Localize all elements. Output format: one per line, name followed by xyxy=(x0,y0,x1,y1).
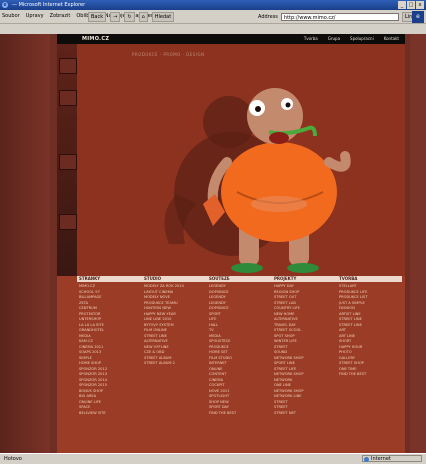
link-item[interactable]: STREET ALBUM 2 xyxy=(142,361,207,367)
window-title-bar: e — Microsoft Internet Explorer _ □ x xyxy=(0,0,426,10)
address-label: Address xyxy=(258,14,278,20)
browser-throbber-icon: e xyxy=(412,11,424,23)
maximize-button[interactable]: □ xyxy=(407,1,415,9)
page-background-right xyxy=(410,34,426,453)
link-list: MIMO.CZ SCHOOL 97 BILLAMPAGE ZETA CENTRUM PRO… xyxy=(77,284,142,416)
close-button[interactable]: x xyxy=(416,1,424,9)
hero-illustration: PRODUKCE · PROMO · DESIGN xyxy=(57,44,405,276)
column-souteze: SOUTEZE LEGENDY DOPISNICE LEGENDY LEGENDY DO… xyxy=(207,276,272,416)
menu-view[interactable]: Zobrazit xyxy=(50,10,71,22)
column-tvorba: TVORBA STELLART PRODUKCE LIFE PRODUKCE LIS… xyxy=(337,276,402,378)
column-header: SOUTEZE xyxy=(207,276,272,282)
zone-label: Internet xyxy=(371,456,391,462)
link-item[interactable]: FIND THE BEST xyxy=(337,372,402,378)
back-button[interactable]: Back xyxy=(88,12,107,22)
column-stranky: STRANKY MIMO.CZ SCHOOL 97 BILLAMPAGE ZETA CE… xyxy=(77,276,142,416)
link-list: STELLART PRODUKCE LIFE PRODUKCE LIST JUST A… xyxy=(337,284,402,378)
address-bar: Address http://www.mimo.cz/ Links xyxy=(258,11,421,23)
topnav-item-tvorba[interactable]: Tvorba xyxy=(304,36,318,41)
page-viewport[interactable]: MIMO.CZ Tvorba Grupa Spolupracni Kontakt… xyxy=(0,34,426,453)
menu-file[interactable]: Soubor xyxy=(2,10,20,22)
site-content: MIMO.CZ Tvorba Grupa Spolupracni Kontakt… xyxy=(57,34,405,453)
link-item[interactable]: BELLVIEW SITE xyxy=(77,411,142,417)
link-item[interactable]: STREET NET xyxy=(272,411,337,417)
link-directory: STRANKY MIMO.CZ SCHOOL 97 BILLAMPAGE ZETA CE… xyxy=(77,276,402,453)
cartoon-character-illustration xyxy=(164,88,351,273)
menu-edit[interactable]: Upravy xyxy=(26,10,44,22)
site-logo[interactable]: MIMO.CZ xyxy=(82,36,109,42)
page-background-left xyxy=(0,34,50,453)
toolbar-divider xyxy=(0,23,426,24)
nav-buttons: Back → ↻ ⌂ Hledat xyxy=(88,11,175,23)
status-bar: Hotovo Internet xyxy=(0,453,426,464)
column-header: PROJEKTY xyxy=(272,276,337,282)
link-list: LEGENDY DOPISNICE LEGENDY LEGENDY DOPISNICE S… xyxy=(207,284,272,416)
topnav-item-kontakt[interactable]: Kontakt xyxy=(384,36,399,41)
link-list: HAPPY DAY REGION SHOP STREET OUT STREET LAB… xyxy=(272,284,337,416)
refresh-button[interactable]: ↻ xyxy=(124,12,135,22)
topnav-item-spoluprace[interactable]: Spolupracni xyxy=(350,36,374,41)
search-button[interactable]: Hledat xyxy=(151,12,175,22)
site-header: MIMO.CZ Tvorba Grupa Spolupracni Kontakt xyxy=(57,34,405,44)
minimize-button[interactable]: _ xyxy=(398,1,406,9)
column-header: TVORBA xyxy=(337,276,402,282)
window-title: — Microsoft Internet Explorer xyxy=(12,2,86,8)
address-input[interactable]: http://www.mimo.cz/ xyxy=(280,13,399,21)
browser-toolbar: Soubor Upravy Zobrazit Oblibene Nastroje… xyxy=(0,10,426,35)
home-button[interactable]: ⌂ xyxy=(138,12,148,22)
link-item[interactable]: FIND THE BEST xyxy=(207,411,272,417)
link-list: MODELY ZA ROK 2010 LAYOUT CINEMA MODELY NO… xyxy=(142,284,207,367)
column-projekty: PROJEKTY HAPPY DAY REGION SHOP STREET OUT S… xyxy=(272,276,337,416)
browser-logo-icon: e xyxy=(2,2,8,8)
globe-icon xyxy=(364,457,369,462)
column-header: STRANKY xyxy=(77,276,142,282)
column-header: STUDIO xyxy=(142,276,207,282)
column-studio: STUDIO MODELY ZA ROK 2010 LAYOUT CINEMA MO… xyxy=(142,276,207,367)
topnav-item-grupa[interactable]: Grupa xyxy=(328,36,340,41)
site-top-nav: Tvorba Grupa Spolupracni Kontakt xyxy=(304,36,399,41)
security-zone: Internet xyxy=(362,455,422,462)
forward-button[interactable]: → xyxy=(110,12,121,22)
